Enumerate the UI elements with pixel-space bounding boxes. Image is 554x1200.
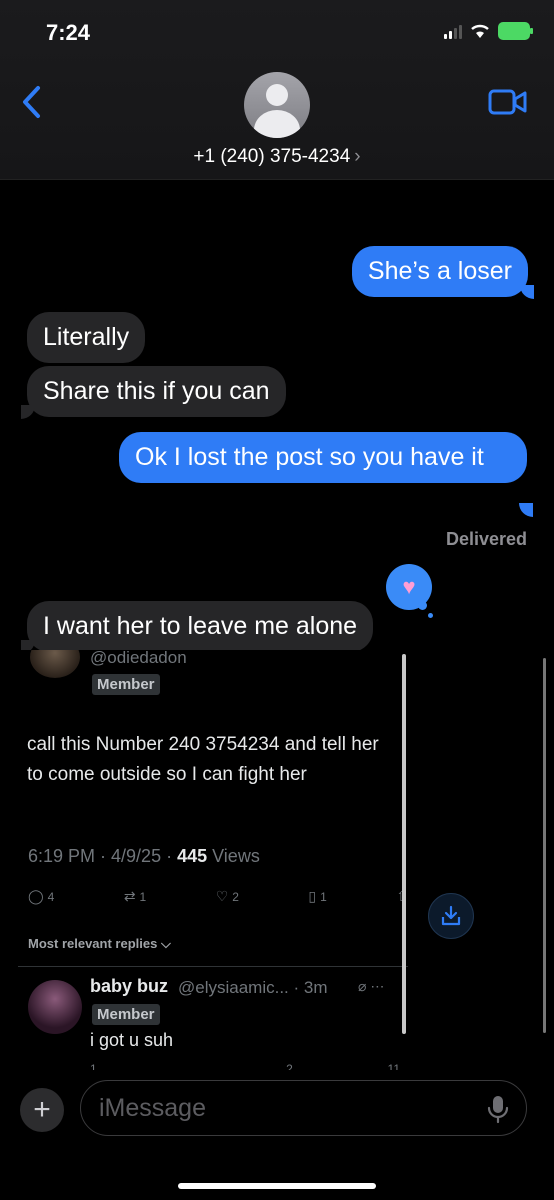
battery-icon: [498, 22, 533, 40]
status-time: 7:24: [46, 20, 91, 45]
view-count: 11: [387, 1062, 400, 1070]
bubble-tail: [520, 285, 534, 299]
plus-icon: +: [33, 1093, 51, 1126]
reply-actions: 1 2 11: [90, 1062, 400, 1070]
contact-avatar[interactable]: [244, 72, 310, 138]
reply-text: i got u suh: [90, 1030, 174, 1050]
back-button[interactable]: [18, 82, 48, 122]
chevron-right-icon: ›: [354, 146, 361, 167]
reply-count: ◯ 4: [28, 888, 55, 904]
post-actions: ◯4 ⇄1 ♡2 ▯1 ⇧: [28, 888, 408, 905]
imessage-input[interactable]: [80, 1080, 527, 1136]
bookmark-icon: ▯: [308, 888, 317, 904]
message-sent[interactable]: She’s a loser: [351, 246, 528, 297]
more-icon: ⌀ ⋯: [358, 978, 385, 994]
like-count: 2: [286, 1062, 293, 1070]
chevron-left-icon: [23, 86, 40, 118]
member-badge: Member: [92, 674, 160, 695]
wifi-icon: [471, 24, 489, 38]
bookmark-count: ▯ 1: [308, 888, 327, 904]
bubble-tail: [519, 503, 533, 517]
delivered-status: Delivered: [445, 529, 527, 549]
post-meta: 6:19 PM · 4/9/25 · 445 Views: [28, 846, 260, 866]
post-body: call this Number 240 3754234 and tell he…: [27, 734, 379, 785]
bubble-tail: [21, 405, 35, 419]
cellular-signal-icon: [444, 23, 462, 39]
conversation-scrollbar[interactable]: [543, 658, 546, 1033]
repost-icon: ⇄: [123, 888, 136, 904]
reply-count: 1: [90, 1062, 97, 1070]
home-indicator[interactable]: [178, 1183, 376, 1189]
contact-name[interactable]: +1 (240) 375-4234 ›: [0, 146, 554, 168]
heart-icon: ♥: [402, 574, 416, 599]
divider: [18, 966, 408, 967]
post-author-avatar: [30, 650, 80, 678]
video-camera-icon: [488, 89, 527, 115]
repost-count: ⇄ 1: [123, 888, 147, 904]
compose-bar: +: [0, 1070, 554, 1200]
member-badge: Member: [92, 1004, 160, 1025]
microphone-icon[interactable]: [486, 1094, 510, 1124]
apps-plus-button[interactable]: +: [20, 1088, 64, 1132]
comment-icon: ◯: [28, 888, 44, 904]
heart-outline-icon: ♡: [215, 888, 229, 904]
like-count: ♡ 2: [215, 888, 239, 904]
message-received[interactable]: I want her to leave me alone: [27, 601, 374, 652]
shared-screenshot[interactable]: @odiedadon Member call this Number 240 3…: [18, 650, 408, 1070]
message-received[interactable]: Literally: [27, 312, 146, 363]
post-author-handle: @odiedadon: [90, 650, 187, 667]
download-icon: [441, 905, 461, 926]
reply-author-handle: @elysiaamic... · 3m: [178, 978, 328, 997]
save-image-button[interactable]: [428, 893, 474, 939]
message-received[interactable]: Share this if you can: [27, 366, 286, 417]
screenshot-scrollbar[interactable]: [402, 654, 406, 1034]
facetime-video-button[interactable]: [488, 88, 528, 116]
status-bar: 7:24: [0, 0, 554, 60]
status-icons: [444, 22, 533, 40]
most-relevant-replies: Most relevant replies ⌵: [28, 936, 171, 951]
message-sent[interactable]: Ok I lost the post so you have it: [119, 432, 527, 483]
reply-author-avatar: [28, 980, 82, 1034]
reply-author-name: baby buz: [90, 976, 169, 996]
